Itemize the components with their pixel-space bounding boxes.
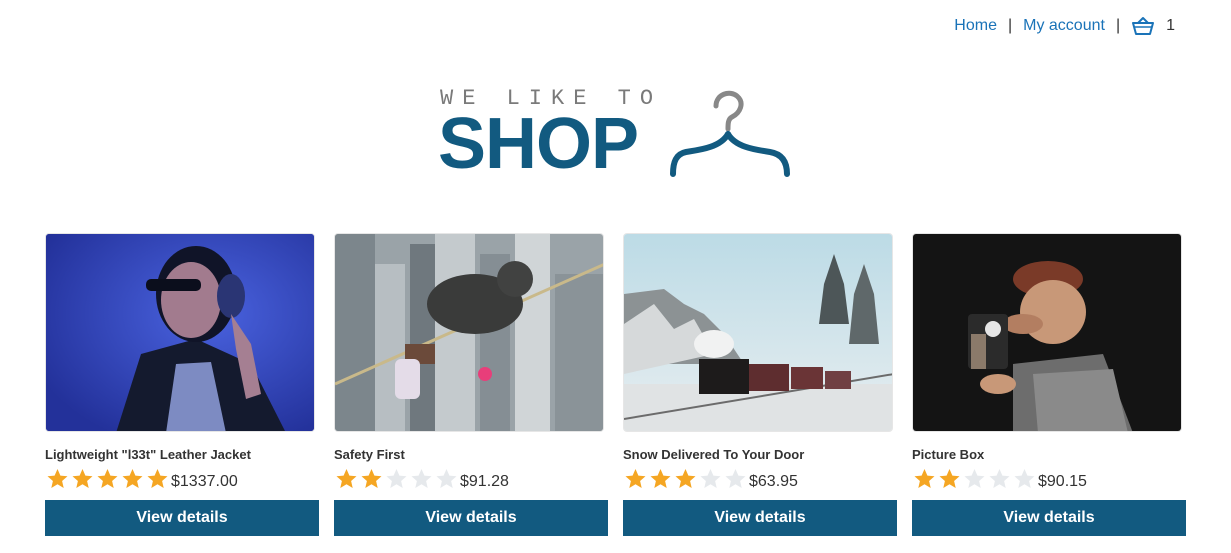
product-image-child-on-tightrope[interactable]	[334, 233, 604, 432]
star-empty-icon	[1014, 469, 1035, 488]
product-rating-row: $63.95	[623, 466, 897, 492]
star-filled-icon	[47, 469, 68, 488]
star-filled-icon	[336, 469, 357, 488]
nav-separator: |	[1115, 17, 1121, 34]
star-filled-icon	[675, 469, 696, 488]
star-empty-icon	[964, 469, 985, 488]
star-rating	[45, 467, 170, 491]
star-rating	[623, 467, 748, 491]
nav-my-account-link[interactable]: My account	[1023, 17, 1105, 35]
view-details-button[interactable]: View details	[623, 500, 897, 536]
product-image-woman-with-headphones[interactable]	[45, 233, 315, 432]
product-price: $91.28	[460, 472, 509, 490]
top-nav: Home | My account | 1	[954, 16, 1175, 36]
star-empty-icon	[725, 469, 746, 488]
star-filled-icon	[72, 469, 93, 488]
cart-link[interactable]: 1	[1131, 16, 1175, 36]
product-rating-row: $1337.00	[45, 466, 319, 492]
star-empty-icon	[989, 469, 1010, 488]
product-price: $1337.00	[171, 472, 238, 490]
star-rating	[912, 467, 1037, 491]
star-empty-icon	[386, 469, 407, 488]
star-filled-icon	[147, 469, 168, 488]
star-filled-icon	[361, 469, 382, 488]
product-rating-row: $91.28	[334, 466, 608, 492]
product-image-caricature-photographer[interactable]	[912, 233, 1182, 432]
product-title: Snow Delivered To Your Door	[623, 447, 805, 462]
view-details-button[interactable]: View details	[45, 500, 319, 536]
star-empty-icon	[700, 469, 721, 488]
view-details-button[interactable]: View details	[912, 500, 1186, 536]
view-details-button[interactable]: View details	[334, 500, 608, 536]
product-card: Snow Delivered To Your Door $63.95 View …	[623, 233, 897, 536]
hanger-icon	[670, 90, 790, 177]
star-filled-icon	[122, 469, 143, 488]
nav-separator: |	[1007, 17, 1013, 34]
nav-home-link[interactable]: Home	[954, 17, 997, 35]
star-rating	[334, 467, 459, 491]
product-card: Safety First $91.28 View details	[334, 233, 608, 536]
product-title: Lightweight "l33t" Leather Jacket	[45, 447, 251, 462]
star-empty-icon	[436, 469, 457, 488]
cart-count: 1	[1166, 17, 1175, 34]
star-filled-icon	[650, 469, 671, 488]
star-filled-icon	[939, 469, 960, 488]
product-rating-row: $90.15	[912, 466, 1186, 492]
product-image-steam-train-in-snow[interactable]	[623, 233, 893, 432]
product-title: Picture Box	[912, 447, 985, 462]
product-grid: Lightweight "l33t" Leather Jacket $1337.…	[45, 233, 1186, 543]
product-card: Picture Box $90.15 View details	[912, 233, 1186, 536]
basket-icon	[1132, 17, 1155, 35]
star-filled-icon	[625, 469, 646, 488]
star-empty-icon	[411, 469, 432, 488]
product-price: $63.95	[749, 472, 798, 490]
product-card: Lightweight "l33t" Leather Jacket $1337.…	[45, 233, 319, 536]
product-price: $90.15	[1038, 472, 1087, 490]
site-logo[interactable]: WE LIKE TO SHOP	[438, 86, 798, 186]
product-title: Safety First	[334, 447, 405, 462]
star-filled-icon	[97, 469, 118, 488]
star-filled-icon	[914, 469, 935, 488]
logo-wordmark: SHOP	[438, 104, 639, 184]
